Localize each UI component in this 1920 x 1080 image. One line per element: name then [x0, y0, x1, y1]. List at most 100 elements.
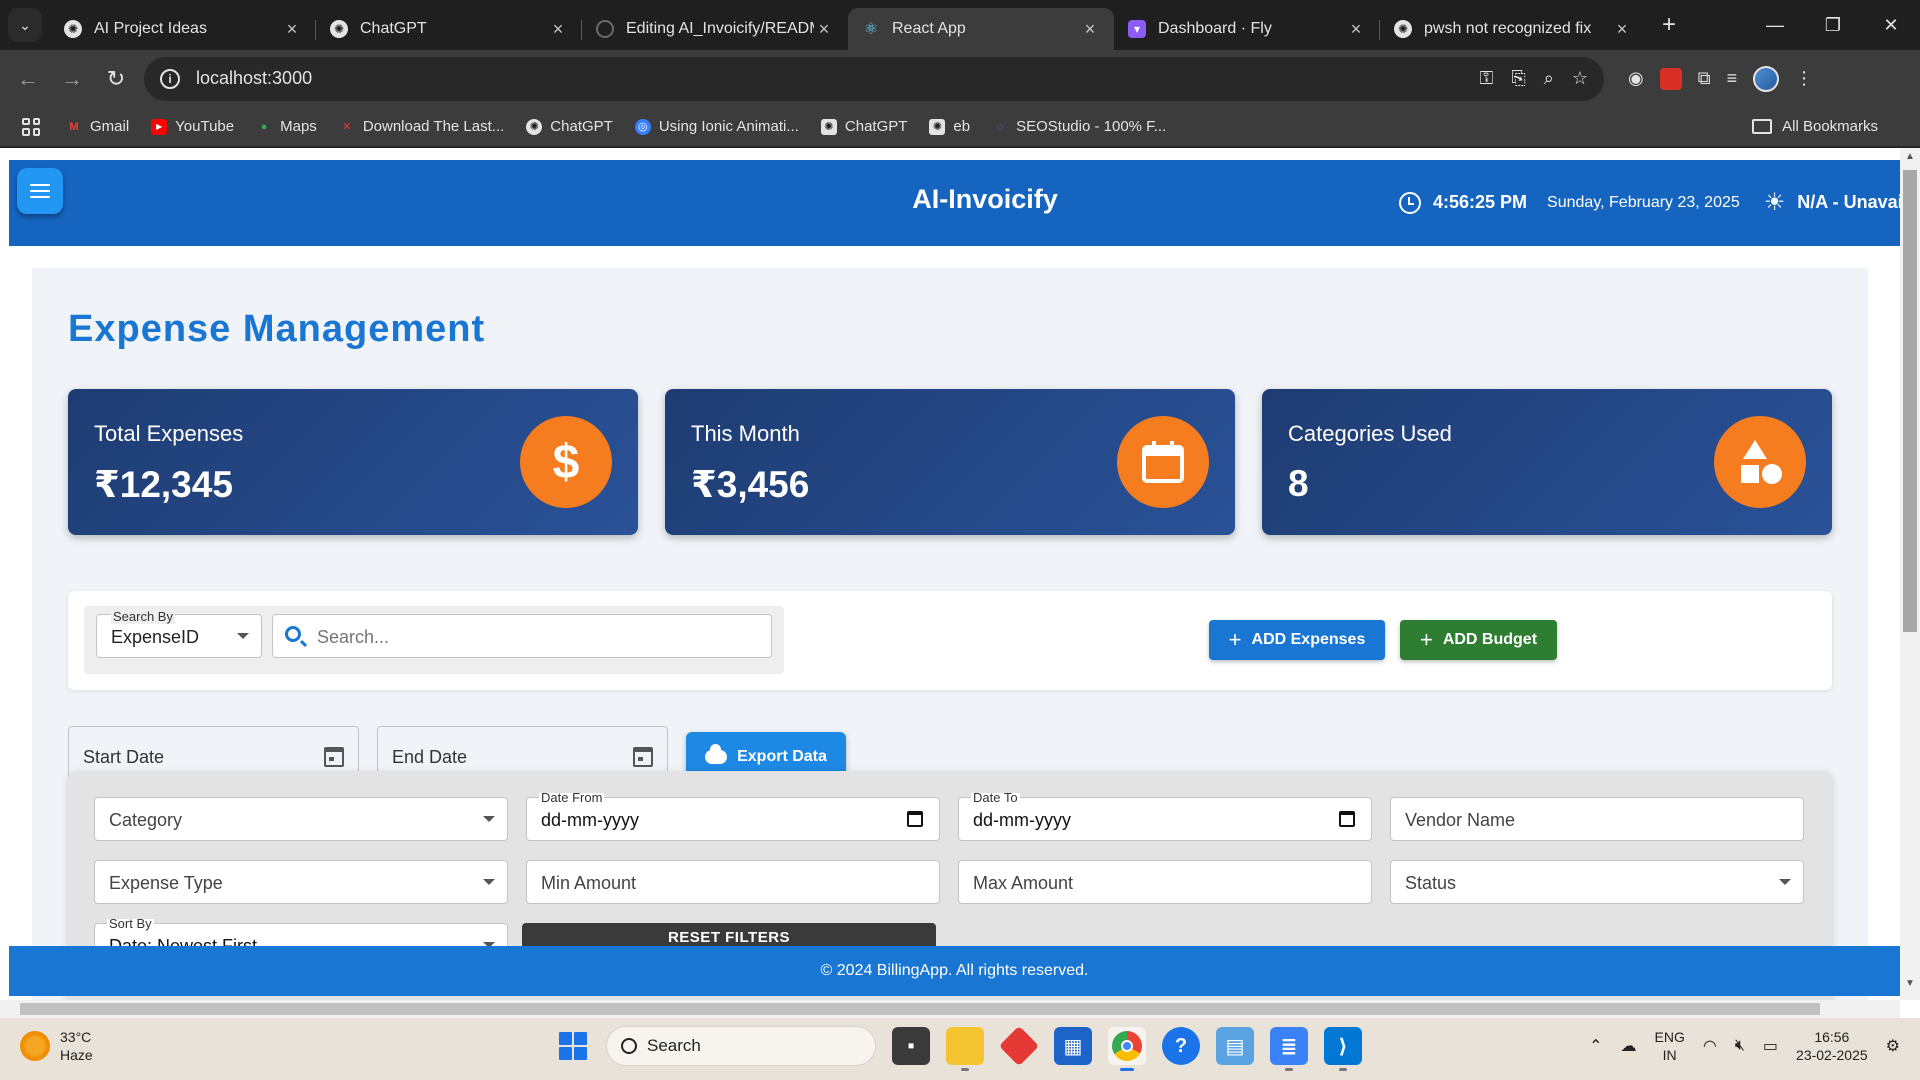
chevron-down-icon: [237, 633, 249, 639]
reload-icon[interactable]: ↻: [94, 57, 138, 101]
close-icon[interactable]: ×: [1080, 19, 1100, 40]
bookmark-item[interactable]: ◎ Using Ionic Animati...: [634, 118, 799, 135]
calendar-icon[interactable]: [324, 747, 344, 767]
clock-time: 16:56: [1814, 1029, 1850, 1045]
ionic-icon: ◎: [634, 118, 651, 135]
bookmark-item[interactable]: ◌ SEOStudio - 100% F...: [992, 118, 1166, 135]
scroll-thumb[interactable]: [20, 1003, 1820, 1015]
calendar-icon[interactable]: [633, 747, 653, 767]
star-icon[interactable]: ☆: [1572, 68, 1588, 89]
taskbar-clock[interactable]: 16:56 23-02-2025: [1796, 1028, 1868, 1064]
weather-widget[interactable]: 33°C Haze: [20, 1028, 93, 1064]
search-field[interactable]: [272, 614, 772, 658]
calendar-icon: [1117, 416, 1209, 508]
notification-icon[interactable]: ⚙: [1886, 1036, 1900, 1056]
battery-icon[interactable]: ▭: [1763, 1036, 1778, 1056]
tab-search-button[interactable]: ⌄: [8, 8, 42, 42]
search-input[interactable]: [317, 625, 757, 649]
chevron-down-icon: ⌄: [19, 16, 31, 33]
cloud-off-icon[interactable]: ☁: [1621, 1036, 1637, 1056]
status-placeholder: Status: [1405, 873, 1457, 893]
extension-red-icon[interactable]: [1659, 67, 1682, 90]
expense-type-placeholder: Expense Type: [109, 873, 223, 893]
close-icon[interactable]: ×: [548, 19, 568, 40]
file-explorer-icon[interactable]: [946, 1027, 984, 1071]
close-icon[interactable]: ×: [282, 19, 302, 40]
chevron-up-icon[interactable]: ⌃: [1589, 1036, 1602, 1056]
scroll-thumb[interactable]: [1903, 170, 1917, 632]
vertical-scrollbar[interactable]: ▲ ▼: [1900, 148, 1920, 1000]
app-diamond-icon[interactable]: [998, 1025, 1040, 1067]
status-select[interactable]: Status: [1390, 860, 1804, 904]
calendar-icon[interactable]: [1339, 811, 1355, 827]
puzzle-icon[interactable]: ⧉: [1698, 68, 1711, 89]
page-viewport: AI-Invoicify 4:56:25 PM Sunday, February…: [0, 148, 1920, 1018]
close-window-icon[interactable]: ✕: [1862, 0, 1920, 50]
avatar[interactable]: [1753, 65, 1780, 92]
windows-start-icon[interactable]: [556, 1029, 590, 1063]
taskbar-apps: Search ▪ ▦ ? ▤ ≣ ⟩: [556, 1025, 1362, 1071]
help-icon[interactable]: ?: [1162, 1027, 1200, 1065]
close-icon[interactable]: ×: [814, 19, 834, 40]
scroll-down-icon[interactable]: ▼: [1905, 978, 1915, 989]
kebab-menu-icon[interactable]: ⋮: [1795, 68, 1813, 89]
media-icon[interactable]: ≡: [1727, 68, 1738, 89]
search-by-select[interactable]: Search By ExpenseID: [96, 609, 262, 658]
browser-tab[interactable]: ✺ pwsh not recognized fix ×: [1380, 8, 1646, 50]
store-icon[interactable]: ▦: [1054, 1027, 1092, 1065]
vscode-icon[interactable]: ⟩: [1324, 1027, 1362, 1071]
browser-tab-active[interactable]: ⚛ React App ×: [848, 8, 1114, 50]
close-icon[interactable]: ×: [1346, 19, 1366, 40]
back-arrow-icon[interactable]: ←: [6, 57, 50, 101]
chrome-icon[interactable]: [1108, 1027, 1146, 1071]
min-amount-input[interactable]: Min Amount: [526, 860, 940, 904]
taskbar-search[interactable]: Search: [606, 1026, 876, 1066]
date-to-field[interactable]: Date To dd-mm-yyyy: [958, 791, 1372, 841]
all-bookmarks[interactable]: All Bookmarks: [1752, 118, 1878, 135]
horizontal-scrollbar[interactable]: [0, 1000, 1900, 1018]
browser-tab[interactable]: Editing AI_Invoicify/READM ×: [582, 8, 848, 50]
site-info-icon[interactable]: i: [160, 68, 180, 89]
volume-mute-icon[interactable]: 🔇︎: [1735, 1037, 1745, 1055]
add-expenses-button[interactable]: + ADD Expenses: [1209, 620, 1385, 660]
install-icon[interactable]: ⎘: [1511, 68, 1525, 89]
plus-icon: +: [1228, 627, 1242, 652]
max-amount-input[interactable]: Max Amount: [958, 860, 1372, 904]
new-tab-button[interactable]: +: [1652, 8, 1686, 42]
bookmark-item[interactable]: ✕ Download The Last...: [339, 118, 504, 135]
address-bar[interactable]: i localhost:3000 ⚿ ⎘ ⌕ ☆: [144, 56, 1604, 101]
category-select[interactable]: Category: [94, 797, 508, 841]
bookmark-item[interactable]: ● Maps: [256, 118, 317, 135]
date-from-label: Date From: [539, 790, 605, 805]
forward-arrow-icon[interactable]: →: [50, 57, 94, 101]
date-from-value: dd-mm-yyyy: [541, 810, 639, 830]
browser-tab[interactable]: ✺ AI Project Ideas ×: [50, 8, 316, 50]
minimize-icon[interactable]: —: [1746, 0, 1804, 50]
wifi-icon[interactable]: ◠: [1703, 1036, 1717, 1056]
key-icon[interactable]: ⚿: [1480, 68, 1494, 89]
zoom-icon[interactable]: ⌕: [1544, 68, 1554, 89]
vendor-name-input[interactable]: Vendor Name: [1390, 797, 1804, 841]
restore-icon[interactable]: ❐: [1804, 0, 1862, 50]
button-label: ADD Budget: [1442, 631, 1538, 648]
chatgpt-icon: ✺: [820, 118, 837, 135]
browser-tab[interactable]: ✺ ChatGPT ×: [316, 8, 582, 50]
bookmark-item[interactable]: ✺ eb: [929, 118, 970, 135]
add-budget-button[interactable]: + ADD Budget: [1400, 620, 1557, 660]
date-from-field[interactable]: Date From dd-mm-yyyy: [526, 791, 940, 841]
apps-grid-icon[interactable]: [22, 117, 40, 136]
notepad-icon[interactable]: ≣: [1270, 1027, 1308, 1071]
extension-circle-icon[interactable]: ◉: [1628, 68, 1644, 89]
bookmark-item[interactable]: ▶ YouTube: [151, 118, 234, 135]
calendar-icon[interactable]: [907, 811, 923, 827]
close-icon[interactable]: ×: [1612, 19, 1632, 40]
scroll-up-icon[interactable]: ▲: [1905, 151, 1915, 162]
bookmark-item[interactable]: ✺ ChatGPT: [526, 118, 613, 135]
terminal-icon[interactable]: ▪: [892, 1027, 930, 1065]
bookmark-item[interactable]: M Gmail: [66, 118, 129, 135]
language-indicator[interactable]: ENG IN: [1655, 1028, 1685, 1064]
browser-tab[interactable]: ▾ Dashboard · Fly ×: [1114, 8, 1380, 50]
bookmark-item[interactable]: ✺ ChatGPT: [820, 118, 907, 135]
control-panel-icon[interactable]: ▤: [1216, 1027, 1254, 1065]
expense-type-select[interactable]: Expense Type: [94, 860, 508, 904]
